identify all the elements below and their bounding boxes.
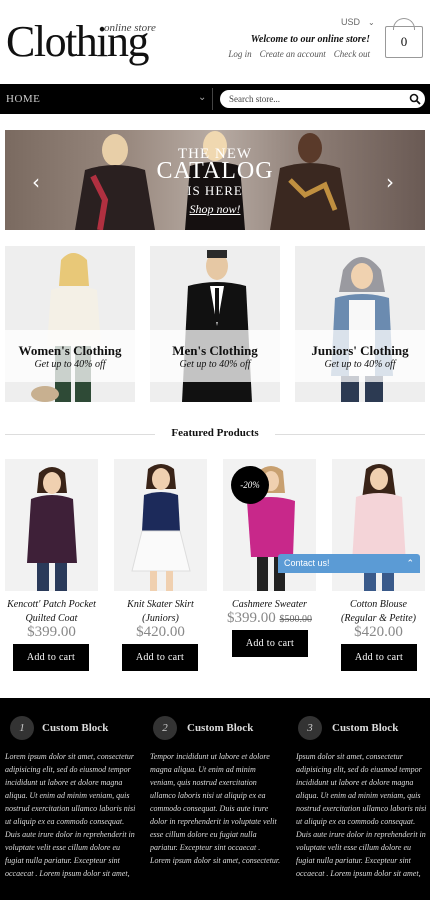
account-links: Log in Create an account Check out <box>228 49 370 59</box>
chevron-up-icon: ⌃ <box>406 558 414 568</box>
custom-block-text: Ipsum dolor sit amet, consectetur adipis… <box>296 752 427 878</box>
checkout-link[interactable]: Check out <box>334 49 370 59</box>
category-subtitle: Get up to 40% off <box>179 359 251 370</box>
logo-tagline: online store <box>104 22 156 34</box>
product-image[interactable] <box>114 459 207 591</box>
menu-chevron-icon[interactable]: ⌄ <box>198 92 206 103</box>
nav-divider <box>212 88 213 110</box>
custom-block-text: Lorem ipsum dolor sit amet, consectetur … <box>5 752 136 878</box>
featured-products-heading: Featured Products <box>171 427 259 439</box>
product-image[interactable] <box>5 459 98 591</box>
category-men[interactable]: Men's Clothing Get up to 40% off <box>150 246 280 402</box>
site-header: Clothing online store USD ⌄ Welcome to ou… <box>0 0 430 84</box>
custom-block-title: Custom Block <box>187 722 254 734</box>
category-juniors[interactable]: Juniors' Clothing Get up to 40% off <box>295 246 425 402</box>
banner-next-arrow-icon[interactable]: › <box>386 170 394 194</box>
shop-now-link[interactable]: Shop now! <box>0 202 430 217</box>
banner-line-2: CATALOG <box>156 158 274 184</box>
search-input[interactable] <box>220 90 425 108</box>
block-number-badge: 1 <box>10 716 34 740</box>
cart-count: 0 <box>400 34 408 49</box>
product-name[interactable]: Kencott' Patch Pocket Quilted Coat <box>0 598 103 626</box>
coat-model-image <box>27 467 77 591</box>
welcome-message: Welcome to our online store! <box>250 34 370 45</box>
product-name-line: Kencott' Patch Pocket <box>7 599 96 610</box>
custom-block-title: Custom Block <box>42 722 109 734</box>
product-name-line: (Regular & Petite) <box>341 613 416 624</box>
product-name[interactable]: Cotton Blouse (Regular & Petite) <box>327 598 430 626</box>
product-name[interactable]: Knit Skater Skirt (Juniors) <box>109 598 212 626</box>
custom-block-title: Custom Block <box>332 722 399 734</box>
custom-block-text: Tempor incididunt ut labore et dolore ma… <box>150 752 281 865</box>
category-title: Men's Clothing <box>172 343 258 358</box>
category-subtitle: Get up to 40% off <box>34 359 106 370</box>
product-name-line: Knit Skater Skirt <box>127 599 194 610</box>
current-price: $399.00 <box>227 610 276 626</box>
product-price: $399.00 $500.00 <box>218 610 321 627</box>
banner-line-3: IS HERE <box>187 183 243 198</box>
add-to-cart-button[interactable]: Add to cart <box>122 644 198 671</box>
product-price: $399.00 <box>27 624 76 640</box>
login-link[interactable]: Log in <box>228 49 251 59</box>
category-title: Juniors' Clothing <box>311 343 409 358</box>
add-to-cart-button[interactable]: Add to cart <box>341 644 417 671</box>
old-price: $500.00 <box>279 614 313 625</box>
product-price: $420.00 <box>136 624 185 640</box>
category-title: Women's Clothing <box>18 343 122 358</box>
chevron-down-icon: ⌄ <box>368 18 375 27</box>
create-account-link[interactable]: Create an account <box>260 49 326 59</box>
product-price: $420.00 <box>354 624 403 640</box>
add-to-cart-button[interactable]: Add to cart <box>13 644 89 671</box>
category-subtitle: Get up to 40% off <box>324 359 396 370</box>
sale-badge: -20% <box>231 466 269 504</box>
currency-value: USD <box>341 17 361 27</box>
add-to-cart-button[interactable]: Add to cart <box>232 630 308 657</box>
currency-selector[interactable]: USD ⌄ <box>341 17 375 27</box>
banner-prev-arrow-icon[interactable]: ‹ <box>32 170 40 194</box>
skirt-model-image <box>131 464 191 591</box>
product-name-line: Cotton Blouse <box>350 599 407 610</box>
nav-home-link[interactable]: HOME <box>6 93 40 105</box>
contact-label: Contact us! <box>284 558 330 568</box>
block-number-badge: 3 <box>298 716 322 740</box>
product-name-line: (Juniors) <box>142 613 179 624</box>
block-number-badge: 2 <box>153 716 177 740</box>
contact-us-widget[interactable]: Contact us! ⌃ <box>278 554 420 573</box>
product-name-line: Quilted Coat <box>25 613 78 624</box>
search-icon[interactable] <box>409 93 421 105</box>
category-women[interactable]: Women's Clothing Get up to 40% off <box>5 246 135 402</box>
